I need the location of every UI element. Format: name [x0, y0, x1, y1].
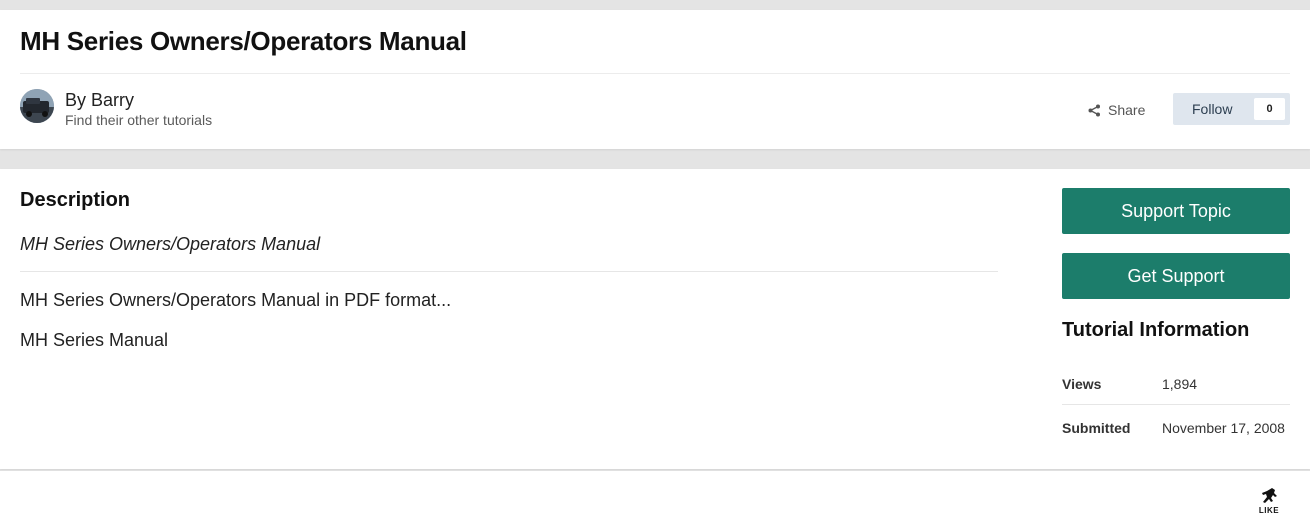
share-icon — [1088, 104, 1100, 116]
get-support-button[interactable]: Get Support — [1062, 253, 1290, 299]
footer-bar: LIKE — [0, 470, 1310, 529]
info-value: November 17, 2008 — [1162, 420, 1285, 436]
avatar[interactable] — [20, 89, 54, 123]
follower-count-badge: 0 — [1254, 98, 1285, 120]
tutorial-header: MH Series Owners/Operators Manual By Bar… — [0, 10, 1310, 149]
info-label: Submitted — [1062, 420, 1131, 436]
info-row-submitted: Submitted November 17, 2008 — [1062, 405, 1290, 449]
user-avatar-icon — [20, 89, 54, 123]
info-label: Views — [1062, 376, 1102, 392]
description-divider — [20, 271, 998, 272]
follow-label: Follow — [1192, 101, 1233, 117]
tutorial-body: Description MH Series Owners/Operators M… — [0, 169, 1310, 469]
page-title: MH Series Owners/Operators Manual — [20, 26, 467, 56]
like-button[interactable]: LIKE — [1254, 487, 1284, 517]
header-divider — [20, 73, 1290, 74]
author-tutorials-link[interactable]: Find their other tutorials — [65, 112, 212, 128]
support-topic-button[interactable]: Support Topic — [1062, 188, 1290, 234]
share-label: Share — [1108, 102, 1146, 118]
info-row-views: Views 1,894 — [1062, 361, 1290, 405]
description-text-secondary: MH Series Manual — [20, 330, 169, 350]
description-heading: Description — [20, 189, 131, 211]
description-italic-title: MH Series Owners/Operators Manual — [20, 234, 321, 254]
description-text: MH Series Owners/Operators Manual in PDF… — [20, 290, 452, 310]
author-name: By Barry — [65, 90, 135, 110]
share-button[interactable]: Share — [1088, 99, 1145, 121]
like-figure-icon — [1262, 488, 1277, 503]
follow-button[interactable]: Follow 0 — [1173, 93, 1290, 125]
info-value: 1,894 — [1162, 376, 1198, 392]
tutorial-information-heading: Tutorial Information — [1062, 319, 1250, 341]
like-label: LIKE — [1258, 506, 1280, 515]
